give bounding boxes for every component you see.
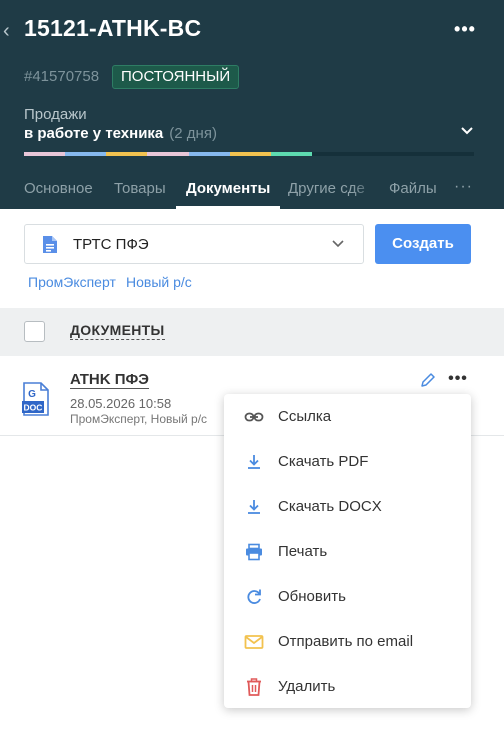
template-select-value: ТРТС ПФЭ <box>73 236 149 253</box>
chevron-down-icon <box>332 240 344 248</box>
refresh-icon <box>247 589 261 604</box>
document-date: 28.05.2026 10:58 <box>70 396 172 411</box>
more-horizontal-icon[interactable]: ••• <box>446 370 470 388</box>
filter-link-account[interactable]: Новый р/с <box>126 274 192 290</box>
menu-item-download-pdf[interactable]: Скачать PDF <box>224 440 471 484</box>
progress-segment <box>188 152 230 156</box>
progress-segment <box>24 152 66 156</box>
create-button[interactable]: Создать <box>375 224 471 264</box>
deal-header: ‹ 15121-ATHK-BC ••• #41570758 ПОСТОЯННЫЙ… <box>0 0 504 209</box>
tab-files[interactable]: Файлы <box>389 180 437 197</box>
doc-icon-letter: G <box>28 389 36 400</box>
link-icon <box>244 412 264 422</box>
tab-products[interactable]: Товары <box>114 180 166 197</box>
pencil-icon[interactable] <box>420 372 436 388</box>
pipeline-name: Продажи <box>24 106 87 123</box>
menu-item-delete[interactable]: Удалить <box>224 665 471 709</box>
progress-segment <box>147 152 189 156</box>
template-select[interactable]: ТРТС ПФЭ <box>24 224 364 264</box>
doc-icon-label: DOC <box>24 403 43 413</box>
tab-documents[interactable]: Документы <box>186 180 270 197</box>
menu-item-label: Отправить по email <box>278 633 414 650</box>
tab-fade <box>352 176 378 202</box>
stage-label: в работе у техника <box>24 125 164 142</box>
menu-item-link[interactable]: Ссылка <box>224 395 471 439</box>
download-icon <box>248 500 260 514</box>
doc-file-icon: DOC G <box>22 382 49 416</box>
chevron-down-icon[interactable] <box>458 122 476 140</box>
active-tab-indicator <box>176 206 280 209</box>
stage-selector[interactable]: в работе у техника (2 дня) <box>24 125 217 142</box>
documents-list-header: ДОКУМЕНТЫ <box>0 308 504 356</box>
stage-duration: (2 дня) <box>169 125 217 142</box>
menu-item-download-docx[interactable]: Скачать DOCX <box>224 485 471 529</box>
tab-bar: Основное Товары Документы Другие сде Фай… <box>0 168 504 209</box>
menu-item-refresh[interactable]: Обновить <box>224 575 471 619</box>
document-context-menu: Ссылка Скачать PDF Скачать DOCX Печать О… <box>224 394 471 708</box>
progress-segment <box>229 152 271 156</box>
trash-icon <box>247 678 261 696</box>
menu-item-label: Обновить <box>278 588 346 605</box>
menu-item-label: Ссылка <box>278 408 332 425</box>
document-icon <box>43 236 57 253</box>
progress-segment <box>106 152 148 156</box>
document-org: ПромЭксперт, Новый р/с <box>70 412 208 426</box>
tab-main[interactable]: Основное <box>24 180 93 197</box>
select-all-checkbox[interactable] <box>24 321 45 342</box>
menu-item-send-email[interactable]: Отправить по email <box>224 620 471 664</box>
progress-segment <box>270 152 312 156</box>
deal-id: #41570758 <box>24 68 100 85</box>
menu-item-label: Скачать DOCX <box>278 498 382 515</box>
list-header-label[interactable]: ДОКУМЕНТЫ <box>70 322 165 340</box>
menu-item-print[interactable]: Печать <box>224 530 471 574</box>
menu-item-label: Печать <box>278 543 328 560</box>
menu-item-label: Скачать PDF <box>278 453 369 470</box>
deal-title: 15121-ATHK-BC <box>24 15 202 41</box>
document-title-link[interactable]: ATHK ПФЭ <box>70 372 149 389</box>
download-icon <box>248 455 260 469</box>
more-horizontal-icon[interactable]: ••• <box>452 18 478 40</box>
progress-segment <box>65 152 107 156</box>
status-badge: ПОСТОЯННЫЙ <box>112 65 240 89</box>
filter-link-promexpert[interactable]: ПромЭксперт <box>28 274 116 290</box>
tabs-more-icon[interactable]: ··· <box>454 178 473 196</box>
mail-icon <box>244 635 264 649</box>
menu-item-label: Удалить <box>278 678 336 695</box>
printer-icon <box>246 543 262 561</box>
chevron-left-icon[interactable]: ‹ <box>3 21 17 41</box>
stage-progress-bar <box>24 152 474 156</box>
